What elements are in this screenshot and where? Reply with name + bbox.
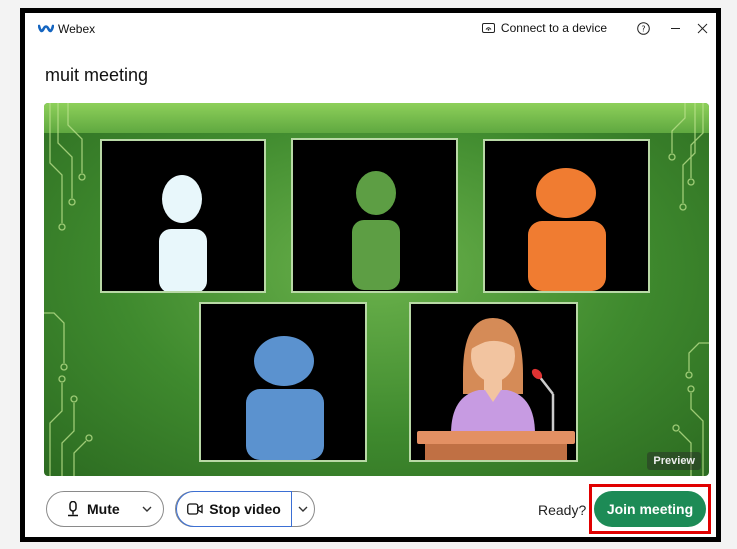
mute-label: Mute <box>87 501 120 517</box>
self-view-tile <box>409 302 578 462</box>
presenter-avatar-icon <box>417 318 575 460</box>
ready-text: Ready? <box>538 502 587 518</box>
participant-tile-2 <box>291 138 458 293</box>
title-bar: Webex Connect to a device ? <box>25 13 716 47</box>
participant-avatar-icon <box>352 171 400 290</box>
join-meeting-button[interactable]: Join meeting <box>594 491 706 527</box>
webex-window: Webex Connect to a device ? muit meeting… <box>25 13 716 537</box>
preview-badge: Preview <box>647 452 701 470</box>
meeting-title: muit meeting <box>45 65 149 85</box>
connect-device-button[interactable]: Connect to a device <box>481 21 607 35</box>
chevron-down-icon[interactable] <box>139 501 155 517</box>
app-brand: Webex <box>38 22 95 36</box>
video-control-group: Stop video <box>175 491 315 527</box>
help-icon[interactable]: ? <box>637 21 650 35</box>
participant-tile-1 <box>100 139 266 293</box>
minimize-icon[interactable] <box>670 23 681 34</box>
mute-button[interactable]: Mute <box>46 491 164 527</box>
participant-avatar-icon <box>528 168 606 291</box>
cast-icon <box>481 22 495 33</box>
title-bar-actions: Connect to a device ? <box>481 21 708 35</box>
participant-avatar-icon <box>246 336 324 460</box>
stop-video-label: Stop video <box>209 501 281 517</box>
close-icon[interactable] <box>697 23 708 34</box>
connect-device-label: Connect to a device <box>500 21 607 35</box>
participant-tile-4 <box>199 302 367 462</box>
participant-tile-3 <box>483 139 650 293</box>
chevron-down-icon <box>298 506 308 512</box>
svg-text:?: ? <box>641 24 645 33</box>
video-preview: Preview <box>44 103 709 476</box>
participant-avatar-icon <box>159 175 207 291</box>
app-name: Webex <box>58 22 96 36</box>
stop-video-button[interactable]: Stop video <box>176 491 292 527</box>
microphone-icon <box>68 501 78 517</box>
video-camera-icon <box>187 503 203 515</box>
webex-logo-icon <box>38 24 54 33</box>
meeting-controls: Mute Stop video Ready? Join meeting <box>25 484 716 534</box>
video-options-dropdown[interactable] <box>292 492 314 526</box>
